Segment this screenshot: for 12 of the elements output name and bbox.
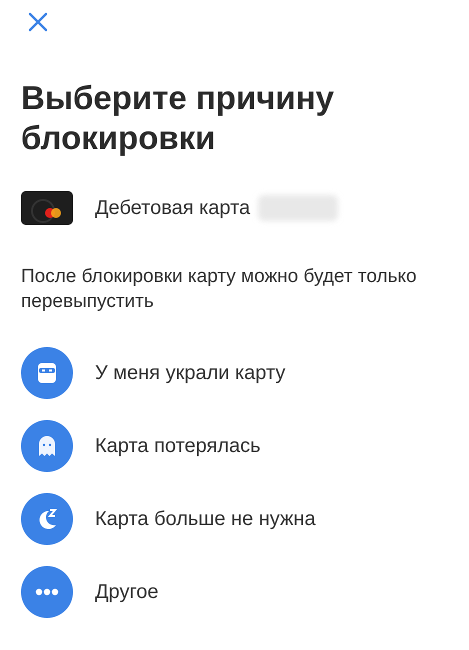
reason-option[interactable]: Другое — [21, 556, 448, 629]
ghost-icon — [21, 420, 73, 472]
reason-option[interactable]: Карта больше не нужна — [21, 482, 448, 556]
reason-option[interactable]: Карта потерялась — [21, 410, 448, 483]
reason-option[interactable]: У меня украли карту — [21, 336, 448, 410]
page-title: Выберите причину блокировки — [21, 78, 335, 158]
dots-icon — [21, 566, 73, 618]
card-label: Дебетовая карта — [95, 196, 250, 222]
warning-text: После блокировки карту можно будет только перевыпустить — [21, 265, 418, 314]
mask-icon — [21, 347, 73, 400]
card-icon — [21, 191, 73, 226]
moon-icon — [21, 493, 73, 546]
